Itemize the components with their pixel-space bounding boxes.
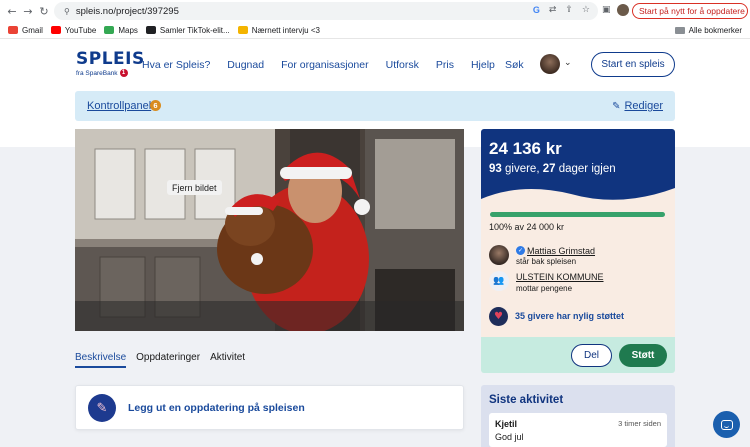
spleis-logo[interactable]: SPLEIS fra SpareBank 1 xyxy=(76,50,145,77)
heart-icon: ♥ xyxy=(489,307,508,326)
givers-word: givere, xyxy=(501,163,543,175)
activity-item: Kjetil 3 timer siden God jul xyxy=(489,413,667,447)
share-icon[interactable]: ⇪ xyxy=(565,5,573,15)
main-nav: Hva er Spleis? Dugnad For organisasjoner… xyxy=(142,59,495,71)
bookmark-star-icon[interactable]: ☆ xyxy=(582,5,590,15)
bookmark-gmail[interactable]: Gmail xyxy=(8,26,43,35)
nav-link-hva-er-spleis[interactable]: Hva er Spleis? xyxy=(142,59,210,71)
chevron-down-icon[interactable]: ⌄ xyxy=(564,58,572,68)
amount-raised: 24 136 kr xyxy=(489,139,562,158)
nav-link-for-organisasjoner[interactable]: For organisasjoner xyxy=(281,59,369,71)
notification-badge: 6 xyxy=(150,100,161,111)
chat-icon xyxy=(720,419,733,430)
recent-supporters-link[interactable]: 35 givere har nylig støttet xyxy=(515,311,624,321)
browser-toolbar: ← → ↻ ⚲ spleis.no/project/397295 G ⇄ ⇪ ☆… xyxy=(0,0,750,22)
tab-beskrivelse[interactable]: Beskrivelse xyxy=(75,352,127,368)
bookmark-label: Gmail xyxy=(22,25,43,35)
post-update-card[interactable]: ✎ Legg ut en oppdatering på spleisen xyxy=(75,385,464,430)
control-panel-link[interactable]: Kontrollpanel xyxy=(87,100,151,112)
profile-avatar[interactable] xyxy=(616,4,629,16)
bookmark-naernett[interactable]: Nærnett intervju <3 xyxy=(237,25,320,35)
search-link[interactable]: Søk xyxy=(505,59,524,71)
progress-bar xyxy=(490,212,665,217)
activity-time: 3 timer siden xyxy=(618,419,661,428)
user-avatar[interactable] xyxy=(540,54,560,74)
organizer-role: står bak spleisen xyxy=(516,257,577,266)
logo-subtitle: fra SpareBank 1 xyxy=(76,69,145,77)
address-bar[interactable]: ⚲ spleis.no/project/397295 G ⇄ ⇪ ☆ xyxy=(54,2,598,20)
bookmark-label: Samler TikTok-elit... xyxy=(159,25,230,35)
folder-icon xyxy=(674,27,685,34)
chat-button[interactable] xyxy=(713,411,740,438)
logo-text: SPLEIS xyxy=(76,49,145,69)
bookmark-maps[interactable]: Maps xyxy=(104,26,138,35)
organizer-avatar xyxy=(489,245,509,265)
tab-oppdateringer[interactable]: Oppdateringer xyxy=(136,352,200,368)
days-word: dager igjen xyxy=(555,163,616,175)
progress-fill xyxy=(490,212,665,217)
sparebank-badge: 1 xyxy=(119,69,128,77)
project-tabs: Beskrivelse Oppdateringer Aktivitet xyxy=(75,352,255,368)
recipient-name-link[interactable]: ULSTEIN KOMMUNE xyxy=(516,272,604,282)
recipient-avatar-icon: 👥 xyxy=(489,271,509,291)
activity-message: God jul xyxy=(495,432,524,442)
progress-text: 100% av 24 000 kr xyxy=(489,222,565,232)
project-photo xyxy=(75,129,464,331)
edit-link[interactable]: ✎ Rediger xyxy=(612,100,663,112)
url-text: spleis.no/project/397295 xyxy=(75,5,179,17)
start-spleis-button[interactable]: Start en spleis xyxy=(591,52,675,77)
edit-label: Rediger xyxy=(624,100,663,112)
site-info-icon[interactable]: ⚲ xyxy=(64,7,70,16)
nav-link-utforsk[interactable]: Utforsk xyxy=(386,59,419,71)
verified-icon: ✓ xyxy=(516,246,525,255)
recipient-role: mottar pengene xyxy=(516,284,573,293)
sidepanel-icon[interactable]: ▣ xyxy=(602,5,611,15)
bookmark-label: YouTube xyxy=(64,25,97,35)
megaphone-icon: ✎ xyxy=(88,394,116,422)
nav-link-dugnad[interactable]: Dugnad xyxy=(227,59,264,71)
post-update-label: Legg ut en oppdatering på spleisen xyxy=(128,402,305,414)
card-wave-divider xyxy=(481,180,675,206)
bookmark-favicon xyxy=(237,26,248,34)
bookmark-label: Nærnett intervju <3 xyxy=(251,25,320,35)
pencil-icon: ✎ xyxy=(612,100,621,112)
maps-icon xyxy=(104,26,115,34)
all-bookmarks[interactable]: Alle bokmerker xyxy=(674,26,742,35)
recent-activity-panel: Siste aktivitet Kjetil 3 timer siden God… xyxy=(481,385,675,447)
givers-and-days: 93 givere, 27 dager igjen xyxy=(489,163,616,175)
photo-caption-strip xyxy=(75,301,464,331)
article-icon xyxy=(145,26,156,34)
forward-icon[interactable]: → xyxy=(20,5,36,18)
share-button[interactable]: Del xyxy=(571,344,612,367)
tab-aktivitet[interactable]: Aktivitet xyxy=(210,352,245,368)
support-button[interactable]: Støtt xyxy=(619,344,667,367)
control-panel-bar: Kontrollpanel 6 ✎ Rediger xyxy=(75,91,675,121)
translate-icon[interactable]: ⇄ xyxy=(549,5,557,15)
bookmarks-bar: Gmail YouTube Maps Samler TikTok-elit...… xyxy=(0,22,750,39)
recent-activity-title: Siste aktivitet xyxy=(489,394,564,406)
all-bookmarks-label: Alle bokmerker xyxy=(688,26,742,35)
givers-count: 93 xyxy=(489,163,502,175)
bookmark-label: Maps xyxy=(118,25,138,35)
nav-link-pris[interactable]: Pris xyxy=(436,59,454,71)
activity-donor-name: Kjetil xyxy=(495,419,518,429)
site-header: SPLEIS fra SpareBank 1 Hva er Spleis? Du… xyxy=(0,40,750,90)
days-count: 27 xyxy=(542,163,556,175)
reload-icon[interactable]: ↻ xyxy=(36,5,52,18)
remove-image-button[interactable]: Fjern bildet xyxy=(167,180,222,195)
bookmark-youtube[interactable]: YouTube xyxy=(50,25,97,35)
logo-sub-text: fra SpareBank xyxy=(76,69,118,77)
gmail-icon xyxy=(8,26,18,34)
google-lens-icon[interactable]: G xyxy=(533,5,540,15)
organizer-name-link[interactable]: Mattias Grimstad xyxy=(527,246,595,256)
youtube-icon xyxy=(50,26,61,34)
nav-link-hjelp[interactable]: Hjelp xyxy=(471,59,495,71)
bookmark-tiktok-article[interactable]: Samler TikTok-elit... xyxy=(145,25,230,35)
back-icon[interactable]: ← xyxy=(4,5,20,18)
restart-update-button[interactable]: Start på nytt for å oppdatere xyxy=(632,3,748,19)
